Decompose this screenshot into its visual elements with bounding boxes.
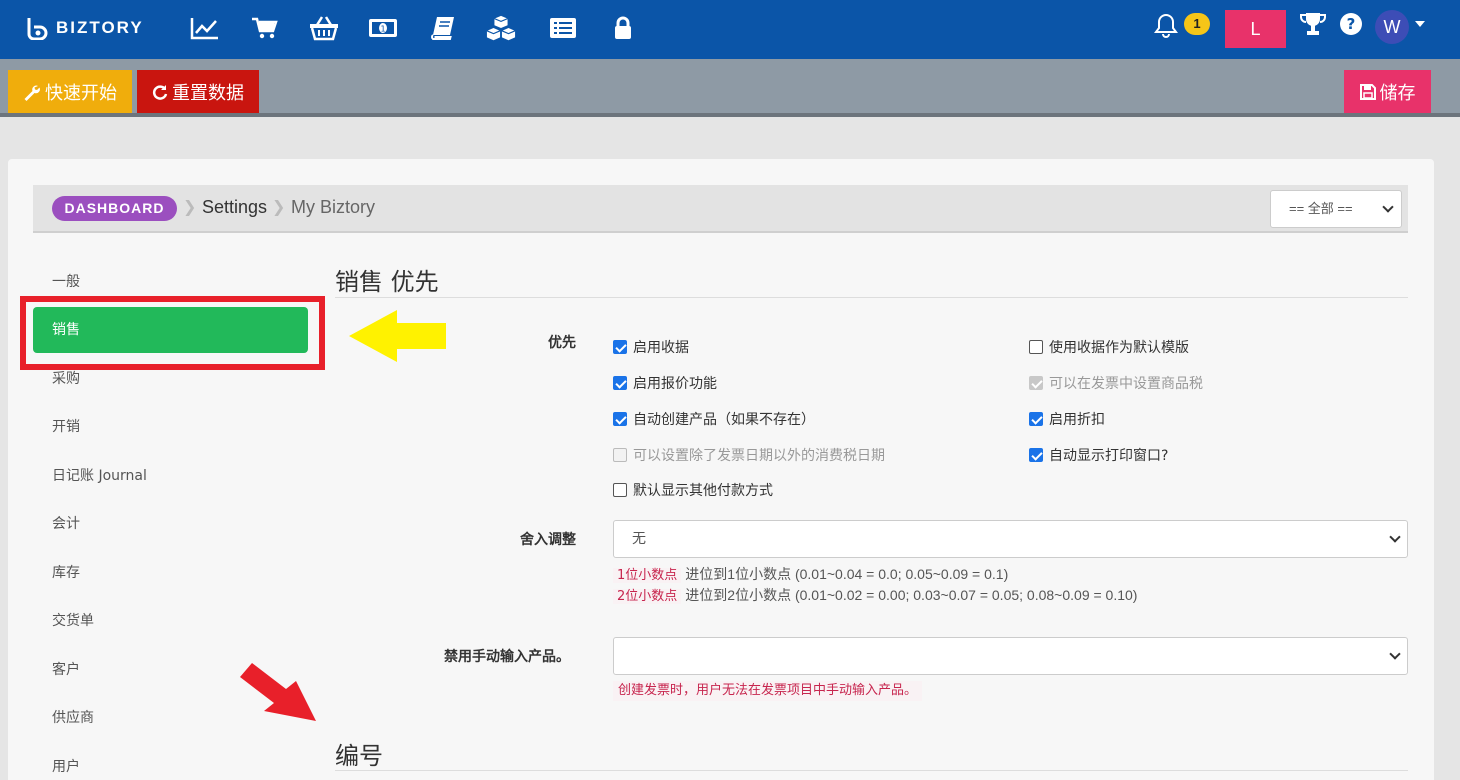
checkbox-label: 自动显示打印窗口? [1049,448,1169,464]
breadcrumb-dashboard[interactable]: DASHBOARD [52,196,177,221]
action-bar: 快速开始 重置数据 储存 [0,59,1460,117]
basket-icon[interactable] [309,14,339,42]
sidebar-item-general[interactable]: 一般 [52,272,80,292]
filter-value: == 全部 == [1289,201,1353,216]
checkbox-enable-quotation[interactable]: 启用报价功能 [613,373,717,393]
disable-manual-label: 禁用手动输入产品。 [444,649,570,665]
divider [335,770,1408,771]
breadcrumb-current: My Biztory [291,197,376,217]
refresh-icon [152,84,168,100]
rounding-hint-2: 2位小数点 进位到2位小数点 (0.01~0.02 = 0.00; 0.03~0.… [613,585,1137,607]
checkbox-box [613,448,627,462]
wrench-icon [24,85,40,101]
reset-data-button[interactable]: 重置数据 [137,70,259,113]
svg-text:?: ? [1347,15,1356,33]
sidebar-item-delivery[interactable]: 交货单 [52,611,94,631]
checkbox-label: 启用折扣 [1049,412,1105,428]
sidebar-item-accounting[interactable]: 会计 [52,514,80,534]
section-title-numbering: 编号 [335,742,383,770]
rounding-select[interactable]: 无 [613,520,1408,558]
filter-select[interactable]: == 全部 == [1270,190,1402,228]
money-icon[interactable]: 1 [368,14,398,42]
yellow-arrow-annotation [349,310,446,362]
hint-text: 进位到2位小数点 (0.01~0.02 = 0.00; 0.03~0.07 = … [685,587,1138,603]
bell-icon[interactable] [1153,12,1179,40]
chevron-right-icon: ❯ [272,197,286,216]
checkbox-box[interactable] [613,376,627,390]
chart-line-icon[interactable] [190,14,220,42]
checkbox-box[interactable] [613,483,627,497]
sidebar-item-customers[interactable]: 客户 [52,660,80,680]
rounding-label: 舍入调整 [520,532,576,548]
brand-name: BIZTORY [56,18,144,37]
help-icon[interactable]: ? [1339,12,1363,36]
sidebar-item-suppliers[interactable]: 供应商 [52,708,94,728]
chevron-down-icon[interactable] [1415,21,1425,27]
list-icon[interactable] [548,14,578,42]
hint-text: 进位到1位小数点 (0.01~0.04 = 0.0; 0.05~0.09 = 0… [685,566,1009,582]
save-button[interactable]: 储存 [1344,70,1431,113]
divider [335,297,1408,298]
svg-text:1: 1 [380,25,385,34]
checkbox-label: 默认显示其他付款方式 [633,483,773,499]
user-l-button[interactable]: L [1225,10,1286,48]
disable-manual-hint: 创建发票时，用户无法在发票项目中手动输入产品。 [613,681,923,701]
checkbox-label: 启用报价功能 [633,376,717,392]
preferences-label: 优先 [548,335,576,351]
sidebar-item-users[interactable]: 用户 [52,757,80,777]
checkbox-label: 自动创建产品（如果不存在） [633,412,815,428]
hint-tag: 2位小数点 [613,589,682,604]
checkbox-other-payment[interactable]: 默认显示其他付款方式 [613,480,773,500]
quick-start-button[interactable]: 快速开始 [8,70,132,113]
checkbox-auto-create-product[interactable]: 自动创建产品（如果不存在） [613,409,815,429]
quick-start-label: 快速开始 [45,82,117,104]
checkbox-label: 使用收据作为默认模版 [1049,340,1189,356]
notification-badge: 1 [1184,13,1210,35]
reset-data-label: 重置数据 [172,82,244,104]
checkbox-box[interactable] [1029,448,1043,462]
checkbox-enable-discount[interactable]: 启用折扣 [1029,409,1105,429]
checkbox-auto-print[interactable]: 自动显示打印窗口? [1029,445,1168,465]
sidebar-item-purchase[interactable]: 采购 [52,369,80,389]
checkbox-item-tax: 可以在发票中设置商品税 [1029,373,1203,393]
checkbox-label: 可以设置除了发票日期以外的消费税日期 [633,448,885,464]
section-title-sales: 销售 优先 [335,268,439,296]
book-icon[interactable] [428,14,458,42]
checkbox-box[interactable] [1029,412,1043,426]
highlight-box [20,296,325,370]
checkbox-label: 可以在发票中设置商品税 [1049,376,1203,392]
trophy-icon[interactable] [1299,11,1327,37]
checkbox-receipt-default-template[interactable]: 使用收据作为默认模版 [1029,337,1189,357]
disable-manual-select[interactable] [613,637,1408,675]
save-label: 储存 [1379,82,1416,104]
chevron-right-icon: ❯ [183,197,197,216]
checkbox-box[interactable] [613,412,627,426]
sidebar-item-inventory[interactable]: 库存 [52,563,80,583]
floppy-disk-icon [1359,83,1376,100]
cubes-icon[interactable] [486,14,516,42]
user-avatar[interactable]: W [1375,10,1409,44]
checkbox-label: 启用收据 [633,340,689,356]
rounding-value: 无 [632,531,646,547]
rounding-hint-1: 1位小数点 进位到1位小数点 (0.01~0.04 = 0.0; 0.05~0.0… [613,564,1008,586]
checkbox-box[interactable] [1029,340,1043,354]
checkbox-box [1029,376,1043,390]
cart-icon[interactable] [250,14,280,42]
biztory-logo-icon [27,18,48,40]
sidebar-item-expenses[interactable]: 开销 [52,417,80,437]
red-arrow-annotation [240,663,316,721]
lock-icon[interactable] [608,14,638,42]
sidebar-item-journal[interactable]: 日记账 Journal [52,466,147,486]
brand-logo[interactable]: BIZTORY [26,14,144,42]
hint-tag: 1位小数点 [613,568,682,583]
checkbox-box[interactable] [613,340,627,354]
breadcrumb-settings[interactable]: Settings [202,196,267,218]
top-navbar: BIZTORY 1 1 L ? W [0,0,1460,59]
checkbox-tax-date: 可以设置除了发票日期以外的消费税日期 [613,445,885,465]
checkbox-enable-receipt[interactable]: 启用收据 [613,337,689,357]
